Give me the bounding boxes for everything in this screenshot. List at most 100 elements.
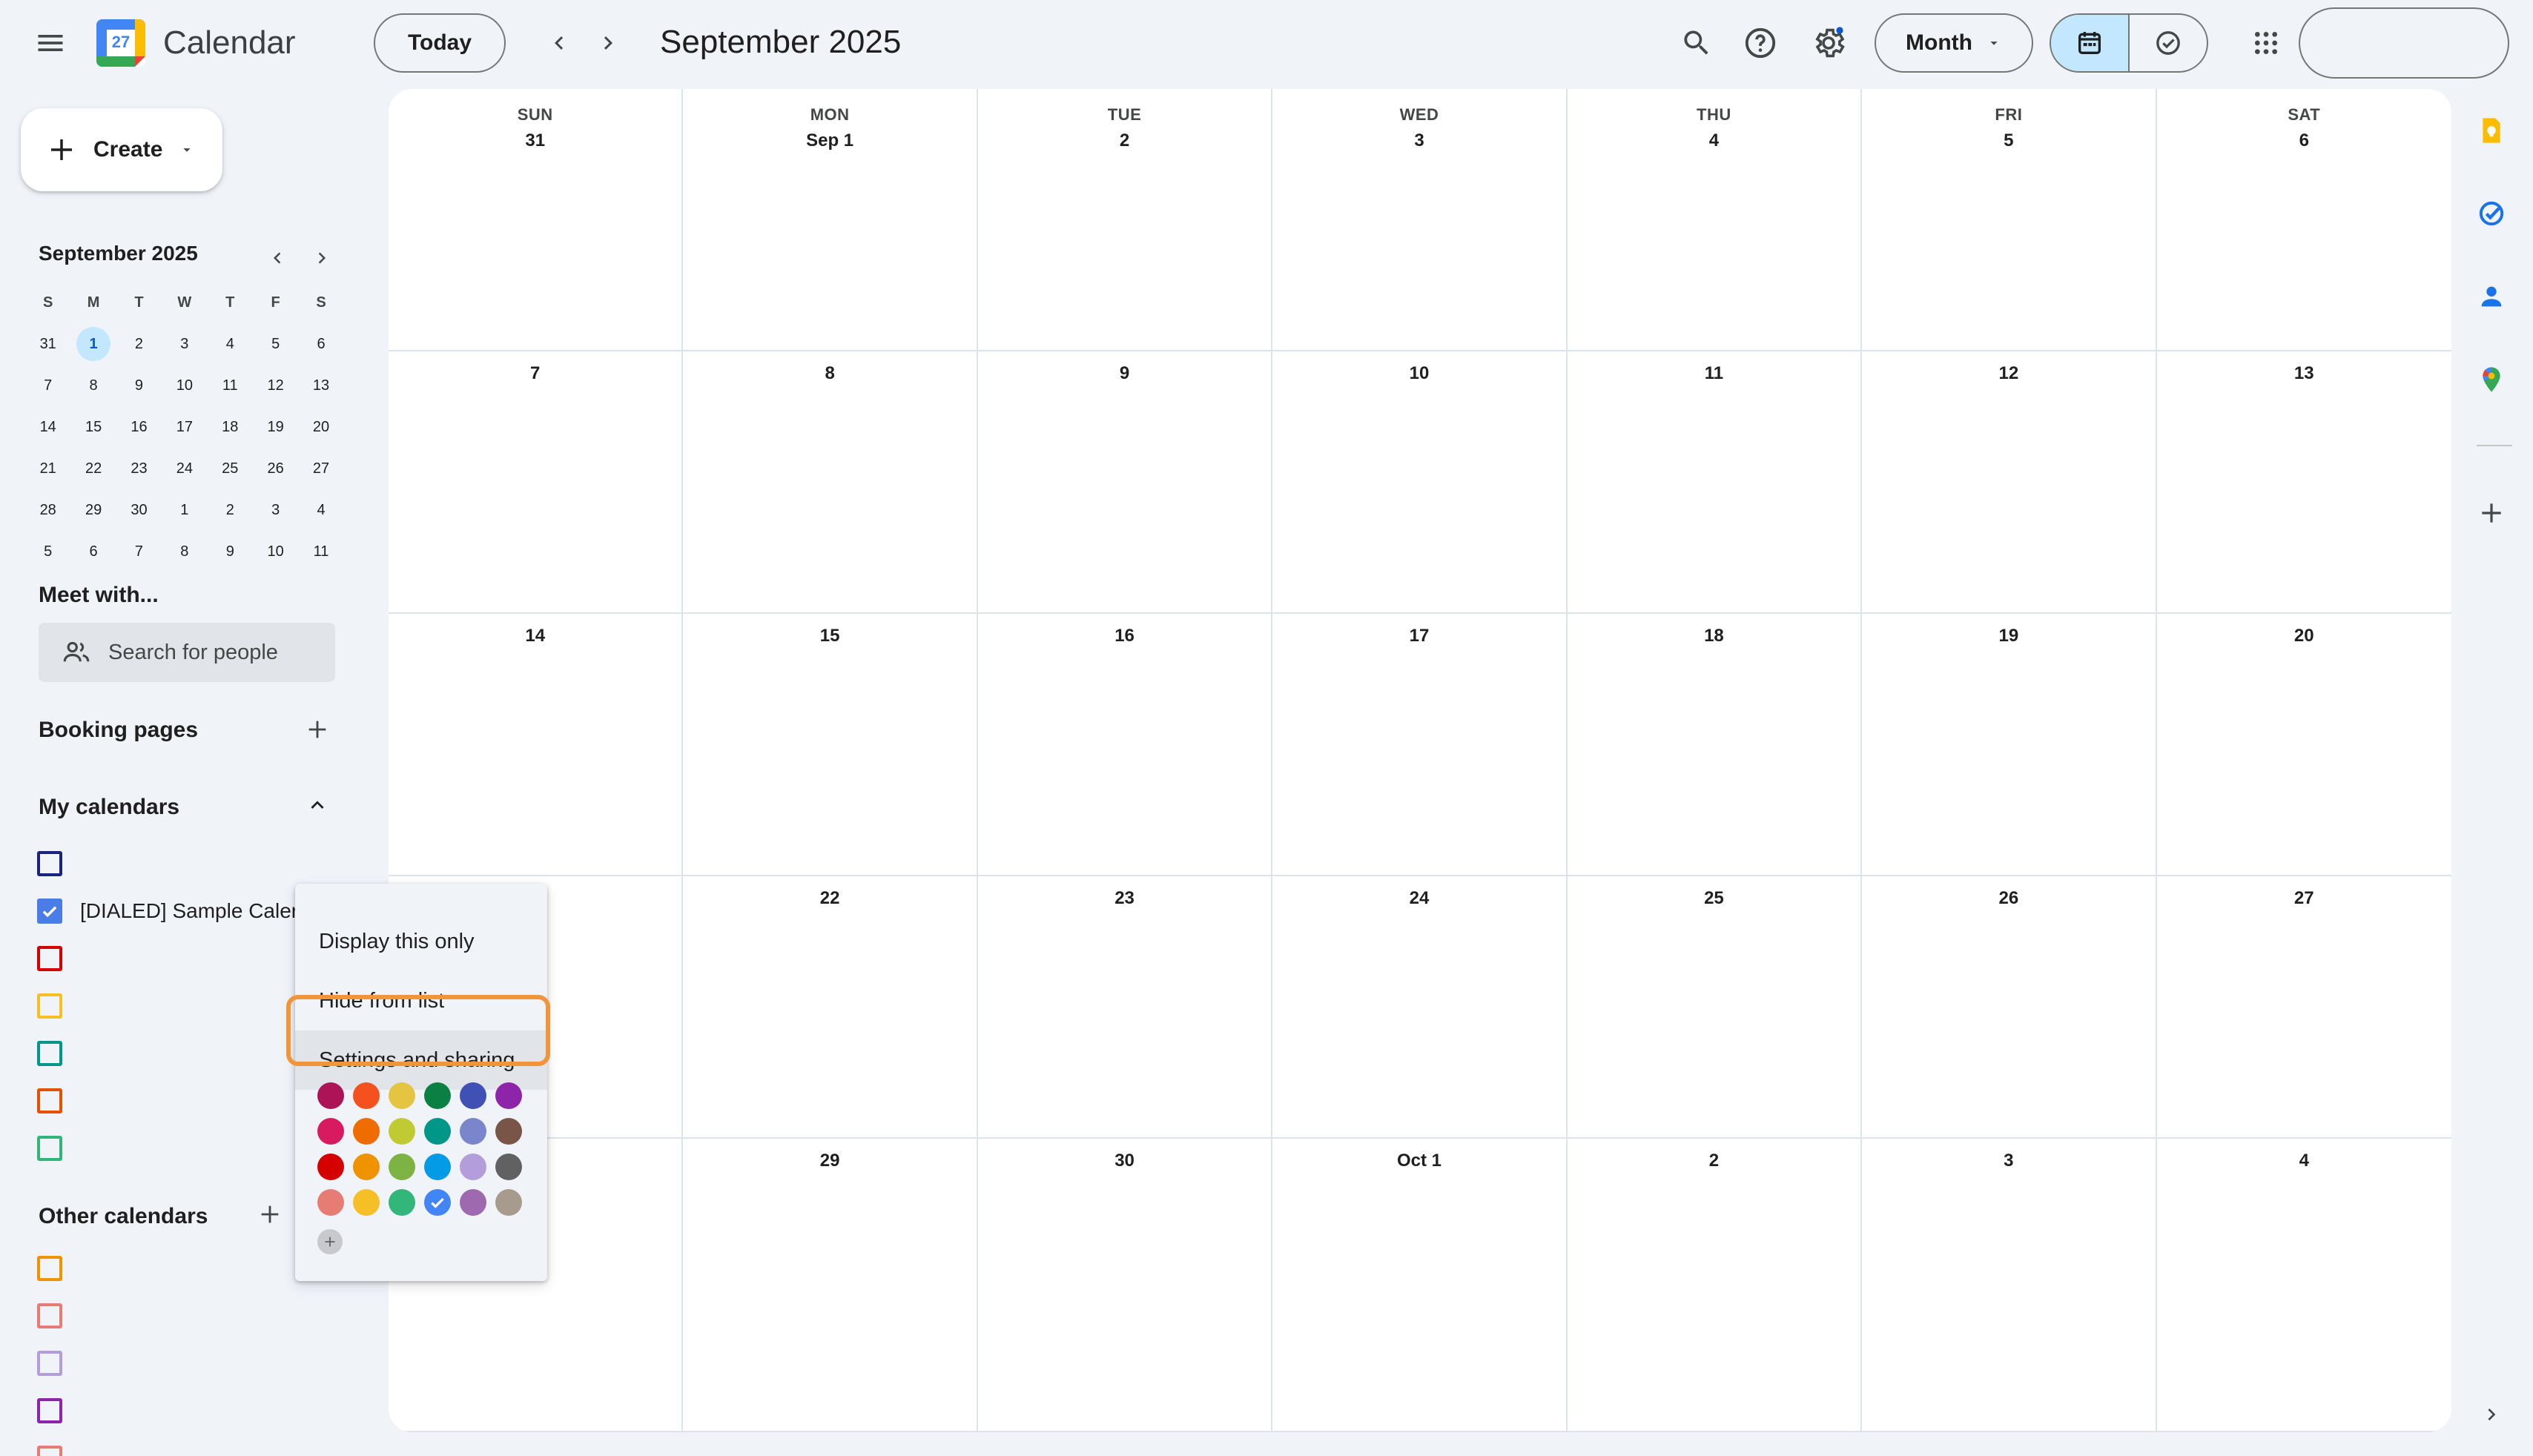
- month-day-cell[interactable]: 23: [977, 876, 1273, 1139]
- day-number[interactable]: 4: [2299, 1151, 2309, 1171]
- google-apps-button[interactable]: [2230, 7, 2302, 79]
- mini-calendar-day[interactable]: 2: [208, 489, 253, 531]
- mini-calendar-day[interactable]: 1: [162, 489, 207, 531]
- color-swatch[interactable]: [460, 1082, 486, 1109]
- mini-calendar-day[interactable]: 30: [116, 489, 162, 531]
- month-day-cell[interactable]: 20: [2156, 614, 2451, 876]
- mini-calendar-next-button[interactable]: [304, 240, 340, 276]
- mini-calendar-day[interactable]: 15: [70, 406, 116, 448]
- settings-button[interactable]: [1793, 7, 1864, 79]
- today-button[interactable]: Today: [374, 13, 506, 73]
- mini-calendar-day[interactable]: 7: [116, 531, 162, 572]
- day-number[interactable]: 4: [1709, 130, 1719, 151]
- view-selector[interactable]: Month: [1875, 13, 2033, 73]
- calendar-checkbox[interactable]: [37, 1041, 62, 1066]
- month-day-cell[interactable]: 11: [1567, 351, 1863, 614]
- month-day-cell[interactable]: SAT 6: [2156, 89, 2451, 351]
- mini-calendar-day[interactable]: 7: [25, 365, 70, 406]
- other-calendar-item[interactable]: [37, 1398, 62, 1423]
- color-swatch[interactable]: [317, 1189, 344, 1216]
- color-swatch[interactable]: [389, 1118, 415, 1145]
- day-number[interactable]: 24: [1410, 888, 1430, 909]
- mini-calendar-day[interactable]: 26: [253, 448, 298, 489]
- color-swatch[interactable]: [424, 1189, 451, 1216]
- day-number[interactable]: 27: [2294, 888, 2314, 909]
- other-calendar-item[interactable]: [37, 1351, 62, 1376]
- day-number[interactable]: 23: [1114, 888, 1135, 909]
- mini-calendar-day[interactable]: 9: [208, 531, 253, 572]
- mini-calendar-day[interactable]: 27: [298, 448, 343, 489]
- day-number[interactable]: 29: [820, 1151, 840, 1171]
- month-day-cell[interactable]: 16: [977, 614, 1273, 876]
- day-number[interactable]: 17: [1410, 626, 1430, 646]
- mini-calendar-day[interactable]: 24: [162, 448, 207, 489]
- add-booking-page-button[interactable]: [300, 712, 335, 747]
- day-number[interactable]: 2: [1709, 1151, 1719, 1171]
- mini-calendar-day[interactable]: 22: [70, 448, 116, 489]
- mini-calendar-day[interactable]: 21: [25, 448, 70, 489]
- calendar-checkbox[interactable]: [37, 851, 62, 876]
- color-swatch[interactable]: [353, 1118, 380, 1145]
- day-number[interactable]: 31: [525, 130, 545, 151]
- month-day-cell[interactable]: TUE 2: [977, 89, 1273, 351]
- next-period-button[interactable]: [572, 7, 644, 79]
- my-calendar-item[interactable]: [37, 946, 62, 971]
- main-menu-button[interactable]: [15, 7, 86, 79]
- day-number[interactable]: 3: [2004, 1151, 2013, 1171]
- mini-calendar-day[interactable]: 11: [298, 531, 343, 572]
- calendar-checkbox[interactable]: [37, 1303, 62, 1328]
- day-number[interactable]: 30: [1114, 1151, 1135, 1171]
- search-button[interactable]: [1661, 7, 1732, 79]
- color-swatch[interactable]: [495, 1118, 522, 1145]
- day-number[interactable]: 25: [1704, 888, 1724, 909]
- month-day-cell[interactable]: MON Sep 1: [683, 89, 978, 351]
- color-swatch[interactable]: [317, 1082, 344, 1109]
- mini-calendar-day[interactable]: 25: [208, 448, 253, 489]
- color-swatch[interactable]: [495, 1082, 522, 1109]
- month-day-cell[interactable]: 15: [683, 614, 978, 876]
- month-day-cell[interactable]: 14: [389, 614, 684, 876]
- month-day-cell[interactable]: 29: [683, 1139, 978, 1432]
- month-day-cell[interactable]: 8: [683, 351, 978, 614]
- mini-calendar-day[interactable]: 5: [25, 531, 70, 572]
- mini-calendar-prev-button[interactable]: [260, 240, 295, 276]
- day-number[interactable]: 8: [825, 363, 834, 384]
- day-number[interactable]: 7: [530, 363, 540, 384]
- color-swatch[interactable]: [389, 1154, 415, 1180]
- calendar-checkbox[interactable]: [37, 1446, 62, 1456]
- my-calendar-item[interactable]: [37, 1136, 62, 1161]
- day-number[interactable]: 5: [2004, 130, 2013, 151]
- day-number[interactable]: 9: [1120, 363, 1129, 384]
- day-number[interactable]: 22: [820, 888, 840, 909]
- month-day-cell[interactable]: 30: [977, 1139, 1273, 1432]
- color-swatch[interactable]: [317, 1118, 344, 1145]
- other-calendars-title[interactable]: Other calendars: [39, 1204, 208, 1229]
- month-day-cell[interactable]: 26: [1862, 876, 2157, 1139]
- mini-calendar-day[interactable]: 11: [208, 365, 253, 406]
- keep-button[interactable]: [2472, 111, 2511, 150]
- mini-calendar-day[interactable]: 3: [253, 489, 298, 531]
- mini-calendar-day[interactable]: 31: [25, 323, 70, 365]
- calendar-checkbox[interactable]: [37, 1351, 62, 1376]
- month-day-cell[interactable]: 9: [977, 351, 1273, 614]
- mini-calendar-day[interactable]: 2: [116, 323, 162, 365]
- mini-calendar-day[interactable]: 19: [253, 406, 298, 448]
- other-calendar-item[interactable]: [37, 1303, 62, 1328]
- day-number[interactable]: 12: [1999, 363, 2019, 384]
- search-people-input[interactable]: Search for people: [39, 623, 335, 682]
- mini-calendar-day[interactable]: 23: [116, 448, 162, 489]
- month-day-cell[interactable]: 19: [1862, 614, 2157, 876]
- month-day-cell[interactable]: 22: [683, 876, 978, 1139]
- color-swatch[interactable]: [353, 1189, 380, 1216]
- mini-calendar-day[interactable]: 28: [25, 489, 70, 531]
- color-swatch[interactable]: [460, 1189, 486, 1216]
- mini-calendar-day[interactable]: 29: [70, 489, 116, 531]
- day-number[interactable]: 6: [2299, 130, 2309, 151]
- mini-calendar-day[interactable]: 17: [162, 406, 207, 448]
- mini-calendar-day[interactable]: 8: [70, 365, 116, 406]
- calendar-checkbox[interactable]: [37, 1136, 62, 1161]
- calendar-view-toggle[interactable]: [2051, 15, 2130, 71]
- day-number[interactable]: Sep 1: [806, 130, 853, 151]
- month-day-cell[interactable]: 12: [1862, 351, 2157, 614]
- calendar-checkbox[interactable]: [37, 1398, 62, 1423]
